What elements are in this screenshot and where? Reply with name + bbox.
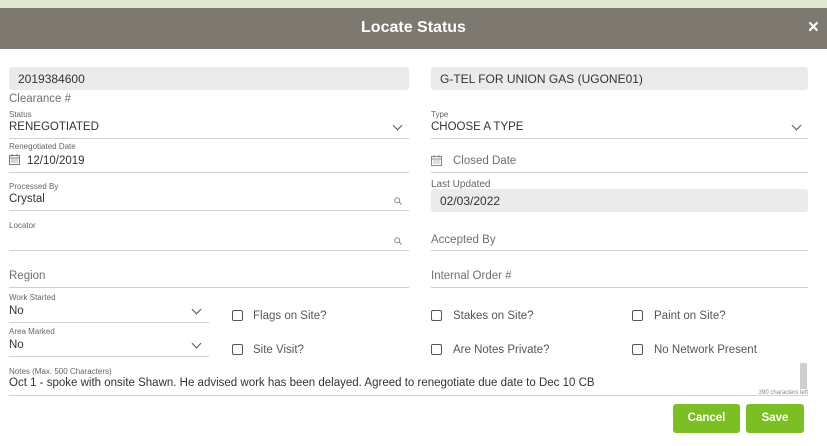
- flags-on-site-label: Flags on Site?: [253, 310, 327, 322]
- notes-underline: [9, 395, 808, 396]
- area-marked-underline: [9, 356, 209, 357]
- paint-on-site-label: Paint on Site?: [654, 310, 726, 322]
- ticket-number-field: 2019384600: [9, 67, 409, 90]
- dialog-header: Locate Status ×: [0, 8, 827, 49]
- save-button[interactable]: Save: [746, 404, 804, 433]
- processed-by-underline: [9, 210, 409, 211]
- no-network-present-checkbox[interactable]: [632, 344, 643, 355]
- status-select[interactable]: RENEGOTIATED: [9, 121, 99, 133]
- last-updated-field: 02/03/2022: [431, 189, 808, 212]
- flags-on-site-checkbox[interactable]: [232, 310, 243, 321]
- internal-order-underline: [431, 287, 808, 288]
- search-icon[interactable]: [394, 237, 402, 245]
- stakes-on-site-checkbox[interactable]: [431, 310, 442, 321]
- work-started-select[interactable]: No: [9, 305, 24, 317]
- closed-date-input[interactable]: Closed Date: [453, 155, 516, 167]
- close-icon[interactable]: ×: [808, 17, 819, 39]
- renegotiated-date-input[interactable]: 12/10/2019: [27, 155, 85, 167]
- calendar-icon[interactable]: [9, 154, 20, 165]
- processed-by-label: Processed By: [9, 182, 59, 191]
- status-label: Status: [9, 110, 32, 119]
- internal-order-input[interactable]: Internal Order #: [431, 270, 512, 282]
- work-started-underline: [9, 322, 209, 323]
- locator-input[interactable]: [9, 250, 409, 251]
- paint-on-site-checkbox[interactable]: [632, 310, 643, 321]
- locator-label: Locator: [9, 221, 36, 230]
- type-underline: [431, 138, 808, 139]
- renegotiated-date-label: Renegotiated Date: [9, 142, 76, 151]
- accepted-by-input[interactable]: Accepted By: [431, 234, 496, 246]
- site-visit-checkbox[interactable]: [232, 344, 243, 355]
- type-select[interactable]: CHOOSE A TYPE: [431, 121, 523, 133]
- stakes-on-site-label: Stakes on Site?: [453, 310, 534, 322]
- characters-left-counter: 390 characters left: [758, 390, 808, 396]
- notes-private-checkbox[interactable]: [431, 344, 442, 355]
- area-marked-label: Area Marked: [9, 327, 55, 336]
- type-label: Type: [431, 110, 449, 119]
- cancel-button[interactable]: Cancel: [673, 404, 740, 433]
- notes-label: Notes (Max. 500 Characters): [9, 367, 112, 376]
- work-started-label: Work Started: [9, 293, 56, 302]
- notes-textarea[interactable]: Oct 1 - spoke with onsite Shawn. He advi…: [9, 377, 595, 389]
- search-icon[interactable]: [394, 197, 402, 205]
- company-field: G-TEL FOR UNION GAS (UGONE01): [431, 67, 808, 90]
- site-visit-label: Site Visit?: [253, 344, 304, 356]
- calendar-icon[interactable]: [431, 155, 442, 166]
- accepted-by-underline: [431, 250, 808, 251]
- closed-date-underline: [431, 172, 808, 173]
- notes-scrollbar[interactable]: [800, 363, 807, 389]
- region-input[interactable]: Region: [9, 270, 45, 282]
- processed-by-input[interactable]: Crystal: [9, 193, 45, 205]
- renegotiated-date-underline: [9, 172, 409, 173]
- clearance-number-input[interactable]: Clearance #: [9, 93, 71, 105]
- status-underline: [9, 138, 409, 139]
- area-marked-select[interactable]: No: [9, 339, 24, 351]
- notes-private-label: Are Notes Private?: [453, 344, 550, 356]
- dialog-title: Locate Status: [361, 19, 466, 36]
- region-underline: [9, 287, 409, 288]
- no-network-present-label: No Network Present: [654, 344, 757, 356]
